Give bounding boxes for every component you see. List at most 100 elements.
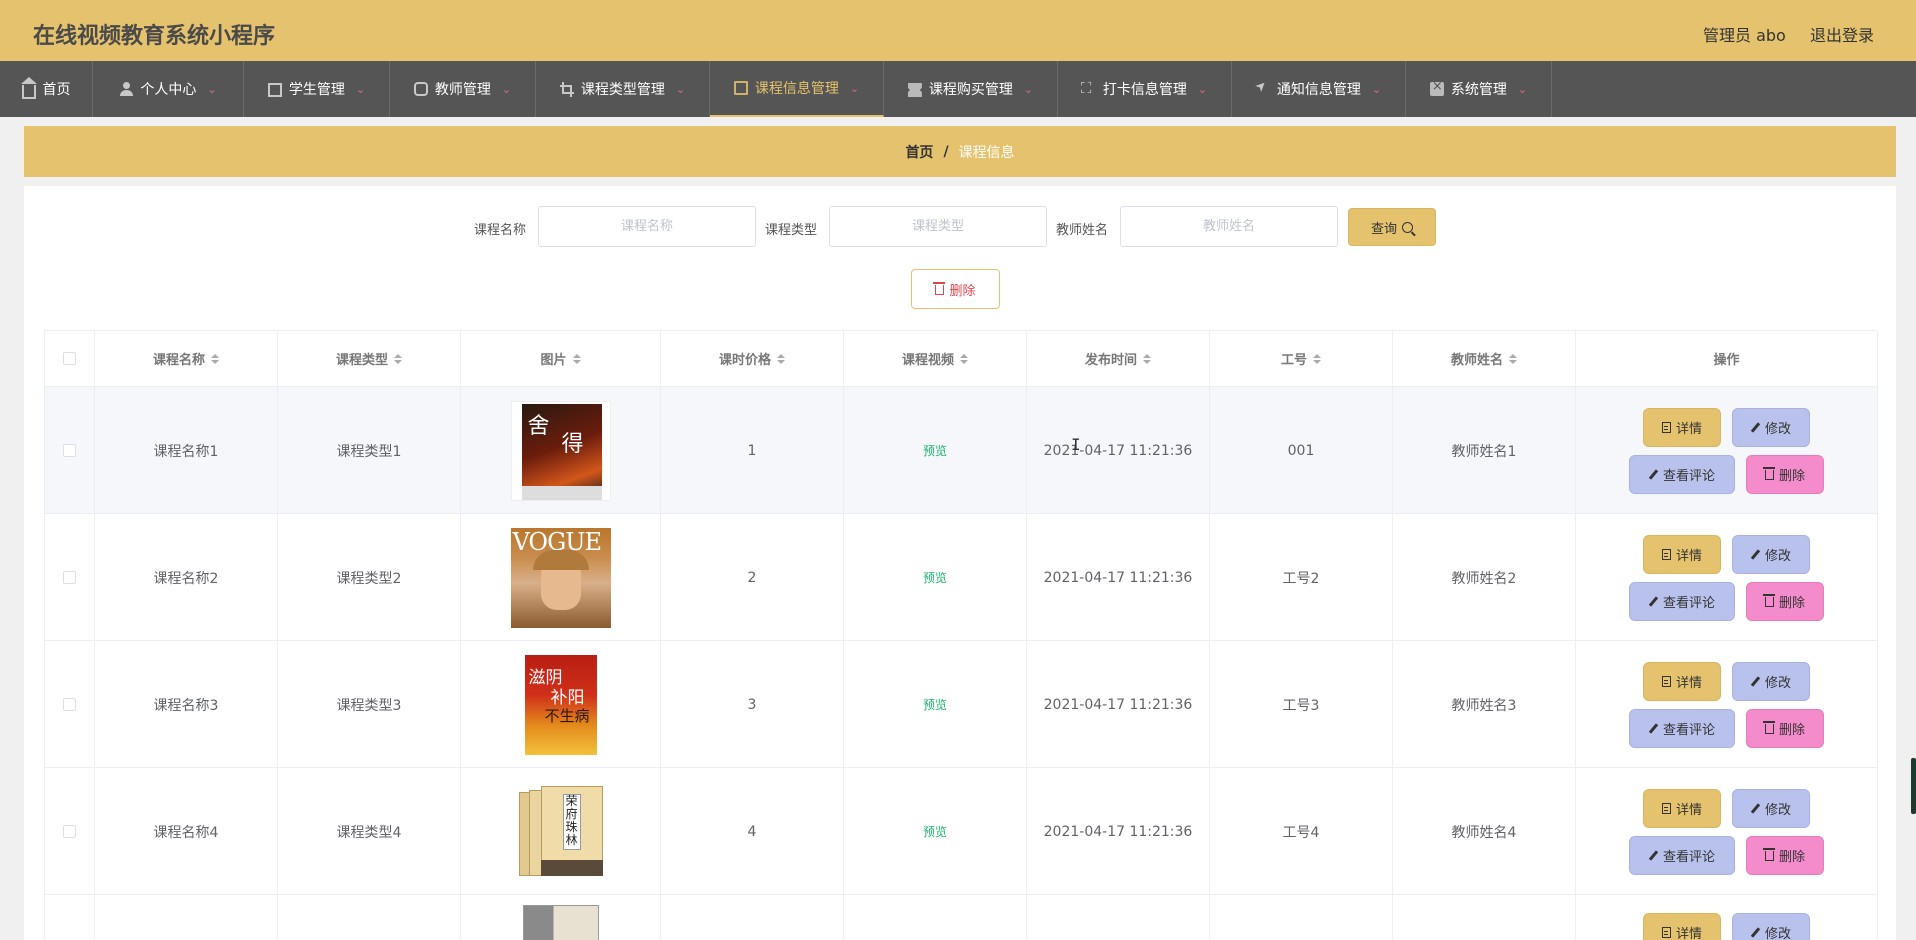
detail-button[interactable]: 详情 [1643, 788, 1721, 828]
nav-item-personal-center[interactable]: 个人中心 ⌄ [93, 61, 244, 117]
fullscreen-icon [1081, 79, 1096, 97]
logout-link[interactable]: 退出登录 [1810, 22, 1874, 46]
view-comments-button[interactable]: 查看评论 [1629, 708, 1735, 748]
header-course-name[interactable]: 课程名称 [95, 331, 278, 387]
image-cell [461, 895, 661, 940]
image-cell: 舍 得 [461, 387, 661, 514]
header-image[interactable]: 图片 [461, 331, 661, 387]
detail-button[interactable]: 详情 [1643, 534, 1721, 574]
nav-item-teacher-management[interactable]: 教师管理 ⌄ [390, 61, 536, 117]
edit-icon [1750, 675, 1761, 687]
course-table: 课程名称 课程类型 图片 课时价格 课程视频 发布时间 工号 教师姓名 操作 课… [44, 330, 1878, 940]
page-scrollbar[interactable] [1911, 758, 1916, 814]
header-label: 课时价格 [718, 353, 771, 368]
edit-button[interactable]: 修改 [1732, 407, 1810, 447]
header-video[interactable]: 课程视频 [844, 331, 1027, 387]
row-checkbox[interactable] [63, 444, 76, 457]
preview-link[interactable]: 预览 [923, 823, 947, 840]
teacher-name-cell: 教师姓名2 [1393, 514, 1576, 641]
row-checkbox[interactable] [63, 571, 76, 584]
header-label: 发布时间 [1084, 353, 1137, 368]
nav-item-checkin-management[interactable]: 打卡信息管理 ⌄ [1058, 61, 1232, 117]
preview-link[interactable]: 预览 [923, 442, 947, 459]
course-cover-image [522, 905, 599, 940]
preview-link[interactable]: 预览 [923, 569, 947, 586]
preview-link[interactable]: 预览 [923, 696, 947, 713]
detail-label: 详情 [1675, 421, 1702, 437]
row-select [45, 768, 95, 895]
document-icon [1661, 421, 1671, 433]
view-comments-button[interactable]: 查看评论 [1629, 581, 1735, 621]
row-checkbox[interactable] [63, 698, 76, 711]
edit-button[interactable]: 修改 [1732, 534, 1810, 574]
row-checkbox[interactable] [63, 825, 76, 838]
price-cell: 2 [661, 514, 844, 641]
edit-button[interactable]: 修改 [1732, 913, 1810, 940]
course-cover-image: VOGUE [510, 527, 611, 628]
nav-item-course-info-management[interactable]: 课程信息管理 ⌄ [710, 61, 884, 117]
delete-label: 删除 [1778, 722, 1805, 738]
nav-item-course-purchase-management[interactable]: 课程购买管理 ⌄ [884, 61, 1058, 117]
nav-item-system-management[interactable]: 系统管理 ⌄ [1406, 61, 1552, 117]
edit-button[interactable]: 修改 [1732, 788, 1810, 828]
delete-label: 删除 [1778, 595, 1805, 611]
header-price[interactable]: 课时价格 [661, 331, 844, 387]
query-button-label: 查询 [1370, 221, 1397, 237]
chevron-down-icon: ⌄ [1197, 82, 1208, 96]
detail-button[interactable]: 详情 [1643, 913, 1721, 940]
top-header: 在线视频教育系统小程序 管理员 abo 退出登录 [0, 0, 1916, 61]
header-employee-id[interactable]: 工号 [1210, 331, 1393, 387]
view-comments-button[interactable]: 查看评论 [1629, 835, 1735, 875]
course-type-cell: 课程类型1 [278, 387, 461, 514]
edit-button[interactable]: 修改 [1732, 661, 1810, 701]
nav-item-home[interactable]: 首页 [0, 61, 93, 117]
course-name-label: 课程名称 [474, 223, 527, 238]
edit-icon [1750, 927, 1761, 938]
delete-button[interactable]: 删除 [1746, 708, 1824, 748]
detail-button[interactable]: 详情 [1643, 407, 1721, 447]
breadcrumb-home[interactable]: 首页 [905, 142, 933, 162]
header-label: 图片 [540, 353, 567, 368]
chevron-down-icon: ⌄ [207, 82, 217, 96]
delete-button[interactable]: 删除 [1746, 454, 1824, 494]
nav-item-notice-management[interactable]: 通知信息管理 ⌄ [1232, 61, 1406, 117]
header-actions: 操作 [1576, 331, 1878, 387]
course-type-input[interactable] [829, 206, 1047, 247]
header-label: 课程视频 [901, 353, 954, 368]
sort-icon [1509, 353, 1517, 364]
chevron-down-icon: ⌄ [1023, 82, 1034, 96]
table-row: 详情 修改 [45, 895, 1878, 940]
select-all-header [45, 331, 95, 387]
teacher-name-input[interactable] [1120, 206, 1338, 247]
batch-delete-label: 删除 [949, 283, 976, 299]
delete-button[interactable]: 删除 [1746, 581, 1824, 621]
nav-item-label: 教师管理 [434, 82, 491, 98]
select-all-checkbox[interactable] [63, 352, 76, 365]
document-icon [1661, 675, 1671, 687]
chevron-down-icon: ⌄ [1517, 82, 1528, 96]
nav-item-course-type-management[interactable]: 课程类型管理 ⌄ [536, 61, 710, 117]
course-cover-image: 舍 得 [510, 400, 611, 501]
course-name-input[interactable] [538, 206, 756, 247]
delete-button[interactable]: 删除 [1746, 835, 1824, 875]
row-select [45, 387, 95, 514]
edit-icon [1750, 421, 1761, 433]
edit-label: 修改 [1764, 421, 1791, 437]
edit-label: 修改 [1764, 548, 1791, 564]
row-select [45, 514, 95, 641]
header-teacher-name[interactable]: 教师姓名 [1393, 331, 1576, 387]
nav-item-label: 课程信息管理 [754, 81, 839, 97]
detail-button[interactable]: 详情 [1643, 661, 1721, 701]
view-comments-button[interactable]: 查看评论 [1629, 454, 1735, 494]
batch-delete-button[interactable]: 删除 [911, 269, 1000, 309]
nav-item-label: 通知信息管理 [1276, 82, 1361, 98]
price-cell: 4 [661, 768, 844, 895]
employee-id-cell: 工号4 [1210, 768, 1393, 895]
nav-item-label: 首页 [42, 82, 71, 98]
header-publish-time[interactable]: 发布时间 [1027, 331, 1210, 387]
query-button[interactable]: 查询 [1348, 208, 1436, 246]
publish-time-cell: 2021-04-17 11:21:36 [1027, 768, 1210, 895]
nav-item-student-management[interactable]: 学生管理 ⌄ [244, 61, 390, 117]
header-course-type[interactable]: 课程类型 [278, 331, 461, 387]
course-name-cell: 课程名称4 [95, 768, 278, 895]
